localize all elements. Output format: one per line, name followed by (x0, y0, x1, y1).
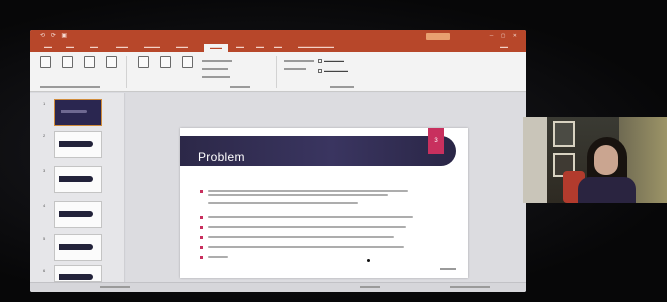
share-button[interactable]: ▬▬ (500, 44, 508, 49)
bullet-item[interactable] (200, 200, 440, 210)
custom-show-icon (105, 56, 117, 68)
setup-icon (137, 56, 149, 68)
thumbnail-number: 6 (43, 268, 46, 273)
group-label-start (40, 86, 100, 88)
tab-transitions[interactable]: ▬▬▬▬ (144, 44, 160, 49)
hide-slide-icon (159, 56, 171, 68)
tab-file[interactable]: ▬▬ (44, 44, 52, 49)
bullet-marker (200, 190, 203, 193)
slide-number-badge: 3 (428, 128, 444, 154)
title-band: Problem (180, 136, 456, 166)
bullet-marker (200, 226, 203, 229)
slide-thumbnail[interactable] (54, 99, 102, 126)
tab-animations[interactable]: ▬▬▬ (176, 44, 188, 49)
tab-help[interactable]: ▬▬ (274, 44, 282, 49)
tab-review[interactable]: ▬▬ (236, 44, 244, 49)
slideshow-current-icon (61, 56, 73, 68)
bullet-item[interactable] (200, 244, 440, 254)
group-label-setup (230, 86, 250, 88)
ribbon: ▬▬▬▬▬ ▬▬▬▬▬▬ (30, 52, 526, 92)
ribbon-separator (126, 56, 127, 88)
bullet-marker (200, 256, 203, 259)
thumbnail-number: 4 (43, 203, 46, 208)
bullet-item[interactable] (200, 214, 440, 224)
window-controls[interactable]: ─ ▢ ✕ (490, 30, 520, 43)
bullet-item[interactable] (200, 224, 440, 234)
slide-thumbnail[interactable] (54, 265, 102, 282)
ribbon-tabs: ▬▬ ▬▬ ▬▬ ▬▬▬ ▬▬▬▬ ▬▬▬ ▬▬▬ ▬▬ ▬▬ ▬▬ ▬▬▬▬▬… (30, 43, 526, 52)
presenter-view-option[interactable] (284, 68, 306, 70)
tab-view[interactable]: ▬▬ (256, 44, 264, 49)
slideshow-start-icon (39, 56, 51, 68)
quick-access-toolbar[interactable]: ⟲ ⟳ ▣ (40, 30, 69, 43)
sign-in-button[interactable] (426, 33, 450, 40)
slide-footer (440, 268, 456, 270)
ribbon-separator (276, 56, 277, 88)
use-timings-option[interactable] (202, 76, 230, 78)
from-beginning-button[interactable] (36, 56, 54, 68)
slide-thumbnail-pane: 1 2 3 4 5 6 (30, 93, 125, 282)
thumbnail-number: 5 (43, 236, 46, 241)
thumbnail-number: 3 (43, 168, 46, 173)
bullet-item[interactable] (200, 188, 440, 198)
slide-thumbnail[interactable] (54, 131, 102, 158)
record-option[interactable] (202, 60, 232, 62)
monitor-select[interactable]: ▬▬▬▬▬ (318, 58, 344, 63)
current-slide[interactable]: Problem 3 (180, 128, 468, 278)
webcam-video-tile[interactable] (523, 117, 667, 203)
slide-title[interactable]: Problem (198, 150, 245, 164)
tell-me-search[interactable]: ▬▬▬▬▬▬▬▬▬ (298, 44, 334, 49)
present-online-icon (83, 56, 95, 68)
title-bar: ⟲ ⟳ ▣ ─ ▢ ✕ (30, 30, 526, 43)
from-current-slide-button[interactable] (58, 56, 76, 68)
setup-slideshow-button[interactable] (134, 56, 152, 68)
use-presenter-view-checkbox[interactable]: ▬▬▬▬▬▬ (318, 68, 348, 73)
bullet-marker (200, 216, 203, 219)
thumbnail-number: 1 (43, 101, 46, 106)
present-online-button[interactable] (80, 56, 98, 68)
status-slide-count (100, 286, 130, 288)
mouse-pointer (367, 259, 370, 262)
slide-thumbnail[interactable] (54, 201, 102, 228)
custom-show-button[interactable] (102, 56, 120, 68)
bullet-item[interactable] (200, 254, 440, 264)
zoom-slider[interactable] (450, 286, 490, 288)
bullet-marker (200, 236, 203, 239)
wall-picture (553, 121, 575, 147)
tab-slide-show[interactable]: ▬▬▬ (204, 44, 228, 52)
rehearse-icon (181, 56, 193, 68)
tab-home[interactable]: ▬▬ (66, 44, 74, 49)
participant-face (594, 145, 618, 175)
hide-slide-button[interactable] (156, 56, 174, 68)
tab-insert[interactable]: ▬▬ (90, 44, 98, 49)
powerpoint-window: ⟲ ⟳ ▣ ─ ▢ ✕ ▬▬ ▬▬ ▬▬ ▬▬▬ ▬▬▬▬ ▬▬▬ ▬▬▬ ▬▬… (30, 30, 526, 292)
status-bar (30, 282, 526, 292)
view-buttons[interactable] (360, 286, 380, 288)
slide-editing-canvas: Problem 3 (126, 93, 526, 282)
thumbnail-number: 2 (43, 133, 46, 138)
bullet-marker (200, 246, 203, 249)
slide-thumbnail[interactable] (54, 166, 102, 193)
tab-design[interactable]: ▬▬▬ (116, 44, 128, 49)
group-label-monitors (330, 86, 354, 88)
bullet-item[interactable] (200, 234, 440, 244)
monitor-option[interactable] (284, 60, 314, 62)
play-narrations-option[interactable] (202, 68, 228, 70)
slide-thumbnail[interactable] (54, 234, 102, 261)
rehearse-timings-button[interactable] (178, 56, 196, 68)
